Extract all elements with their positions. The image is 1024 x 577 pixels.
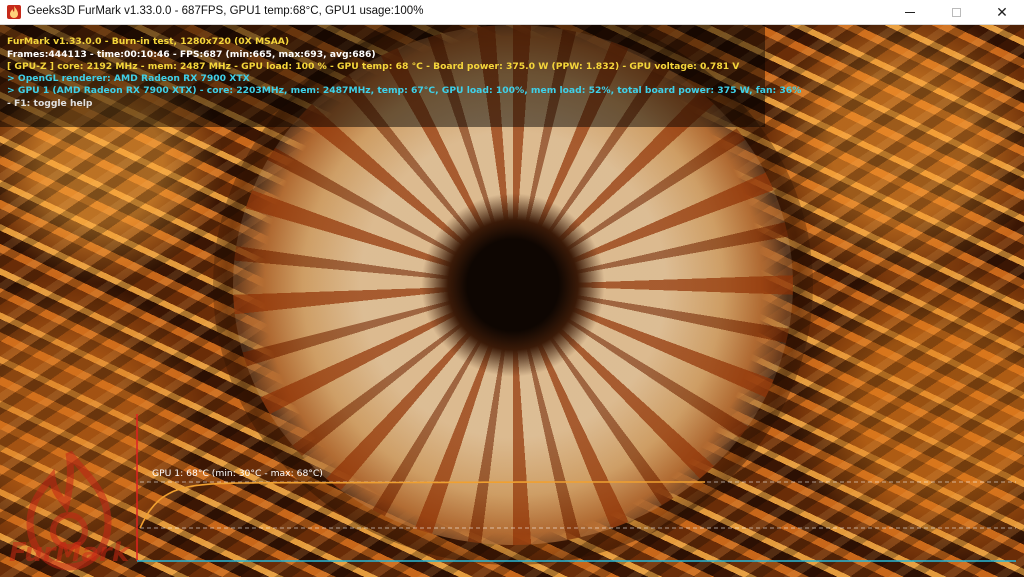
window-titlebar[interactable]: Geeks3D FurMark v1.33.0.0 - 687FPS, GPU1…	[0, 0, 1024, 25]
close-icon: ✕	[996, 4, 1008, 21]
graph-temperature-label: GPU 1: 68°C (min: 30°C - max: 68°C)	[152, 468, 323, 479]
furmark-app-icon	[7, 5, 21, 19]
minimize-button[interactable]	[887, 0, 933, 25]
maximize-button[interactable]	[933, 0, 979, 25]
close-button[interactable]: ✕	[979, 0, 1024, 25]
render-viewport[interactable]: FurMark v1.33.0.0 - Burn-in test, 1280x7…	[0, 25, 1024, 577]
minimize-icon	[905, 12, 915, 13]
temperature-curve	[139, 481, 705, 529]
temperature-graph	[136, 414, 1016, 562]
window-title: Geeks3D FurMark v1.33.0.0 - 687FPS, GPU1…	[27, 5, 424, 17]
maximize-icon	[951, 8, 961, 17]
